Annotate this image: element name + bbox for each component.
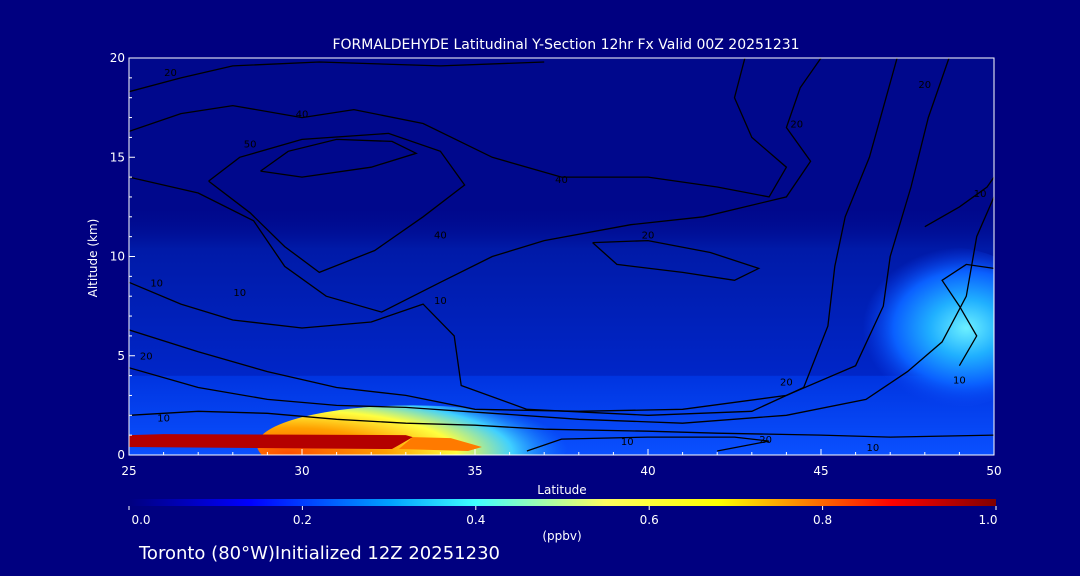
y-tick-label-0: 0	[117, 448, 125, 462]
contour-label-11: 10	[434, 296, 447, 307]
y-tick-label-3: 15	[110, 150, 125, 164]
footer-initialized: Toronto (80°W)Initialized 12Z 20251230	[139, 543, 500, 564]
x-tick-label-4: 45	[813, 464, 828, 478]
contour-label-12: 20	[140, 352, 153, 363]
contour-label-10: 10	[233, 288, 246, 299]
colorbar-tick-label-4: 0.8	[813, 513, 832, 527]
y-tick-label-2: 10	[110, 250, 125, 264]
x-tick-label-1: 30	[294, 464, 309, 478]
colorbar-tick-label-3: 0.6	[640, 513, 659, 527]
contour-label-6: 20	[790, 119, 803, 130]
concentration-field	[129, 58, 994, 455]
y-tick-label-1: 5	[117, 349, 125, 363]
contour-label-2: 50	[244, 139, 257, 150]
contour-label-7: 20	[918, 80, 931, 91]
colorbar	[129, 499, 996, 506]
colorbar-unit-label: (ppbv)	[542, 529, 581, 543]
contour-label-8: 10	[974, 189, 987, 200]
contour-label-1: 40	[296, 110, 309, 121]
contour-label-14: 10	[621, 437, 634, 448]
colorbar-ticks: 0.0 0.2 0.4 0.6 0.8 1.0	[128, 506, 998, 527]
contour-label-4: 40	[434, 231, 447, 242]
contour-label-15: 20	[780, 378, 793, 389]
x-axis-label: Latitude	[537, 483, 586, 497]
x-tick-label-0: 25	[121, 464, 136, 478]
colorbar-tick-label-5: 1.0	[978, 513, 997, 527]
contour-label-9: 10	[150, 278, 163, 289]
colorbar-tick-label-0: 0.0	[131, 513, 150, 527]
chart-canvas: 2040504040 2020201010101020101020201010 F…	[86, 37, 1002, 543]
y-axis-label: Altitude (km)	[86, 219, 100, 298]
field-surface-max	[129, 434, 413, 450]
x-tick-label-3: 40	[640, 464, 655, 478]
x-tick-label-2: 35	[467, 464, 482, 478]
contour-label-17: 10	[867, 443, 880, 454]
x-tick-label-5: 50	[986, 464, 1001, 478]
contour-label-3: 40	[555, 175, 568, 186]
contour-label-5: 20	[642, 231, 655, 242]
contour-label-13: 10	[157, 413, 170, 424]
chart-title: FORMALDEHYDE Latitudinal Y-Section 12hr …	[332, 37, 799, 53]
contour-label-0: 20	[164, 68, 177, 79]
colorbar-tick-label-2: 0.4	[466, 513, 485, 527]
colorbar-tick-label-1: 0.2	[293, 513, 312, 527]
contour-label-16: 20	[759, 435, 772, 446]
y-tick-label-4: 20	[110, 51, 125, 65]
contour-label-18: 10	[953, 376, 966, 387]
